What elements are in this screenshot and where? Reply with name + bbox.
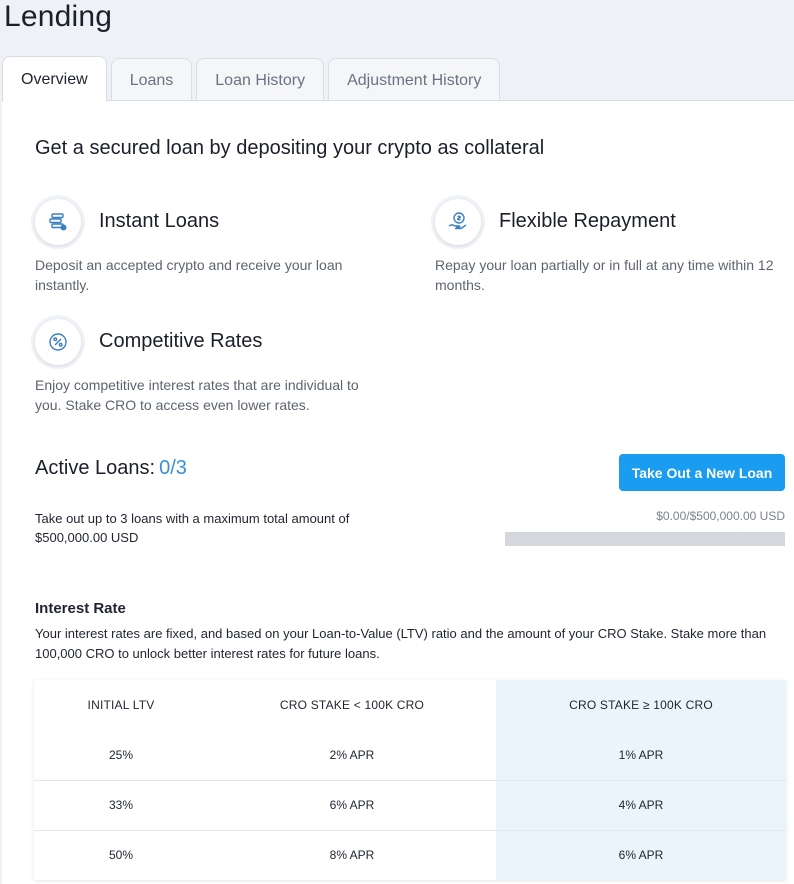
column-header: CRO STAKE ≥ 100K CRO bbox=[496, 680, 786, 730]
column-header: INITIAL LTV bbox=[87, 698, 155, 712]
feature-title: Competitive Rates bbox=[99, 330, 263, 352]
hand-dollar-icon bbox=[435, 199, 481, 245]
feature-description: Repay your loan partially or in full at … bbox=[435, 257, 774, 293]
overview-panel: Get a secured loan by depositing your cr… bbox=[2, 100, 794, 884]
tab-loan-history[interactable]: Loan History bbox=[196, 58, 325, 102]
table-cell: 33% bbox=[34, 779, 208, 830]
table-row: 33% 6% APR 4% APR bbox=[34, 779, 786, 830]
tab-bar: Overview Loans Loan History Adjustment H… bbox=[2, 56, 504, 102]
tab-loans[interactable]: Loans bbox=[110, 58, 193, 102]
table-cell: 25% bbox=[108, 747, 134, 762]
loan-limit-text: $0.00/$500,000.00 USD bbox=[656, 509, 785, 523]
feature-description: Enjoy competitive interest rates that ar… bbox=[35, 377, 359, 413]
take-out-new-loan-button[interactable]: Take Out a New Loan bbox=[619, 454, 785, 491]
table-cell: 4% APR bbox=[496, 779, 786, 830]
table-row: 25% 2% APR 1% APR bbox=[34, 730, 786, 780]
table-row: 50% 8% APR 6% APR bbox=[34, 829, 786, 880]
overview-headline: Get a secured loan by depositing your cr… bbox=[35, 137, 545, 159]
tab-overview[interactable]: Overview bbox=[2, 56, 107, 102]
interest-rate-description: Your interest rates are fixed, and based… bbox=[35, 626, 767, 661]
active-loans-label: Active Loans: bbox=[35, 457, 156, 479]
feature-title: Flexible Repayment bbox=[499, 210, 676, 232]
active-loans-description: Take out up to 3 loans with a maximum to… bbox=[35, 511, 350, 545]
percent-icon bbox=[35, 319, 81, 365]
table-cell: 8% APR bbox=[208, 829, 496, 880]
page-title: Lending bbox=[4, 0, 113, 33]
active-loans-count: 0/3 bbox=[159, 457, 187, 479]
coins-stack-icon bbox=[35, 199, 81, 245]
interest-rate-table: INITIAL LTV CRO STAKE < 100K CRO CRO STA… bbox=[34, 680, 786, 880]
feature-title: Instant Loans bbox=[99, 210, 220, 232]
table-cell: 6% APR bbox=[496, 829, 786, 880]
table-cell: 6% APR bbox=[208, 779, 496, 830]
feature-description: Deposit an accepted crypto and receive y… bbox=[35, 257, 343, 293]
table-cell: 2% APR bbox=[329, 747, 375, 762]
active-loans-heading: Active Loans: 0/3 bbox=[35, 457, 187, 480]
table-cell: 1% APR bbox=[496, 730, 786, 780]
table-header-row: INITIAL LTV CRO STAKE < 100K CRO CRO STA… bbox=[34, 680, 786, 730]
column-header: CRO STAKE < 100K CRO bbox=[279, 698, 425, 712]
table-cell: 50% bbox=[34, 829, 208, 880]
loan-limit-progress-bar bbox=[505, 532, 785, 546]
interest-rate-title: Interest Rate bbox=[35, 600, 126, 617]
tab-adjustment-history[interactable]: Adjustment History bbox=[328, 58, 501, 102]
